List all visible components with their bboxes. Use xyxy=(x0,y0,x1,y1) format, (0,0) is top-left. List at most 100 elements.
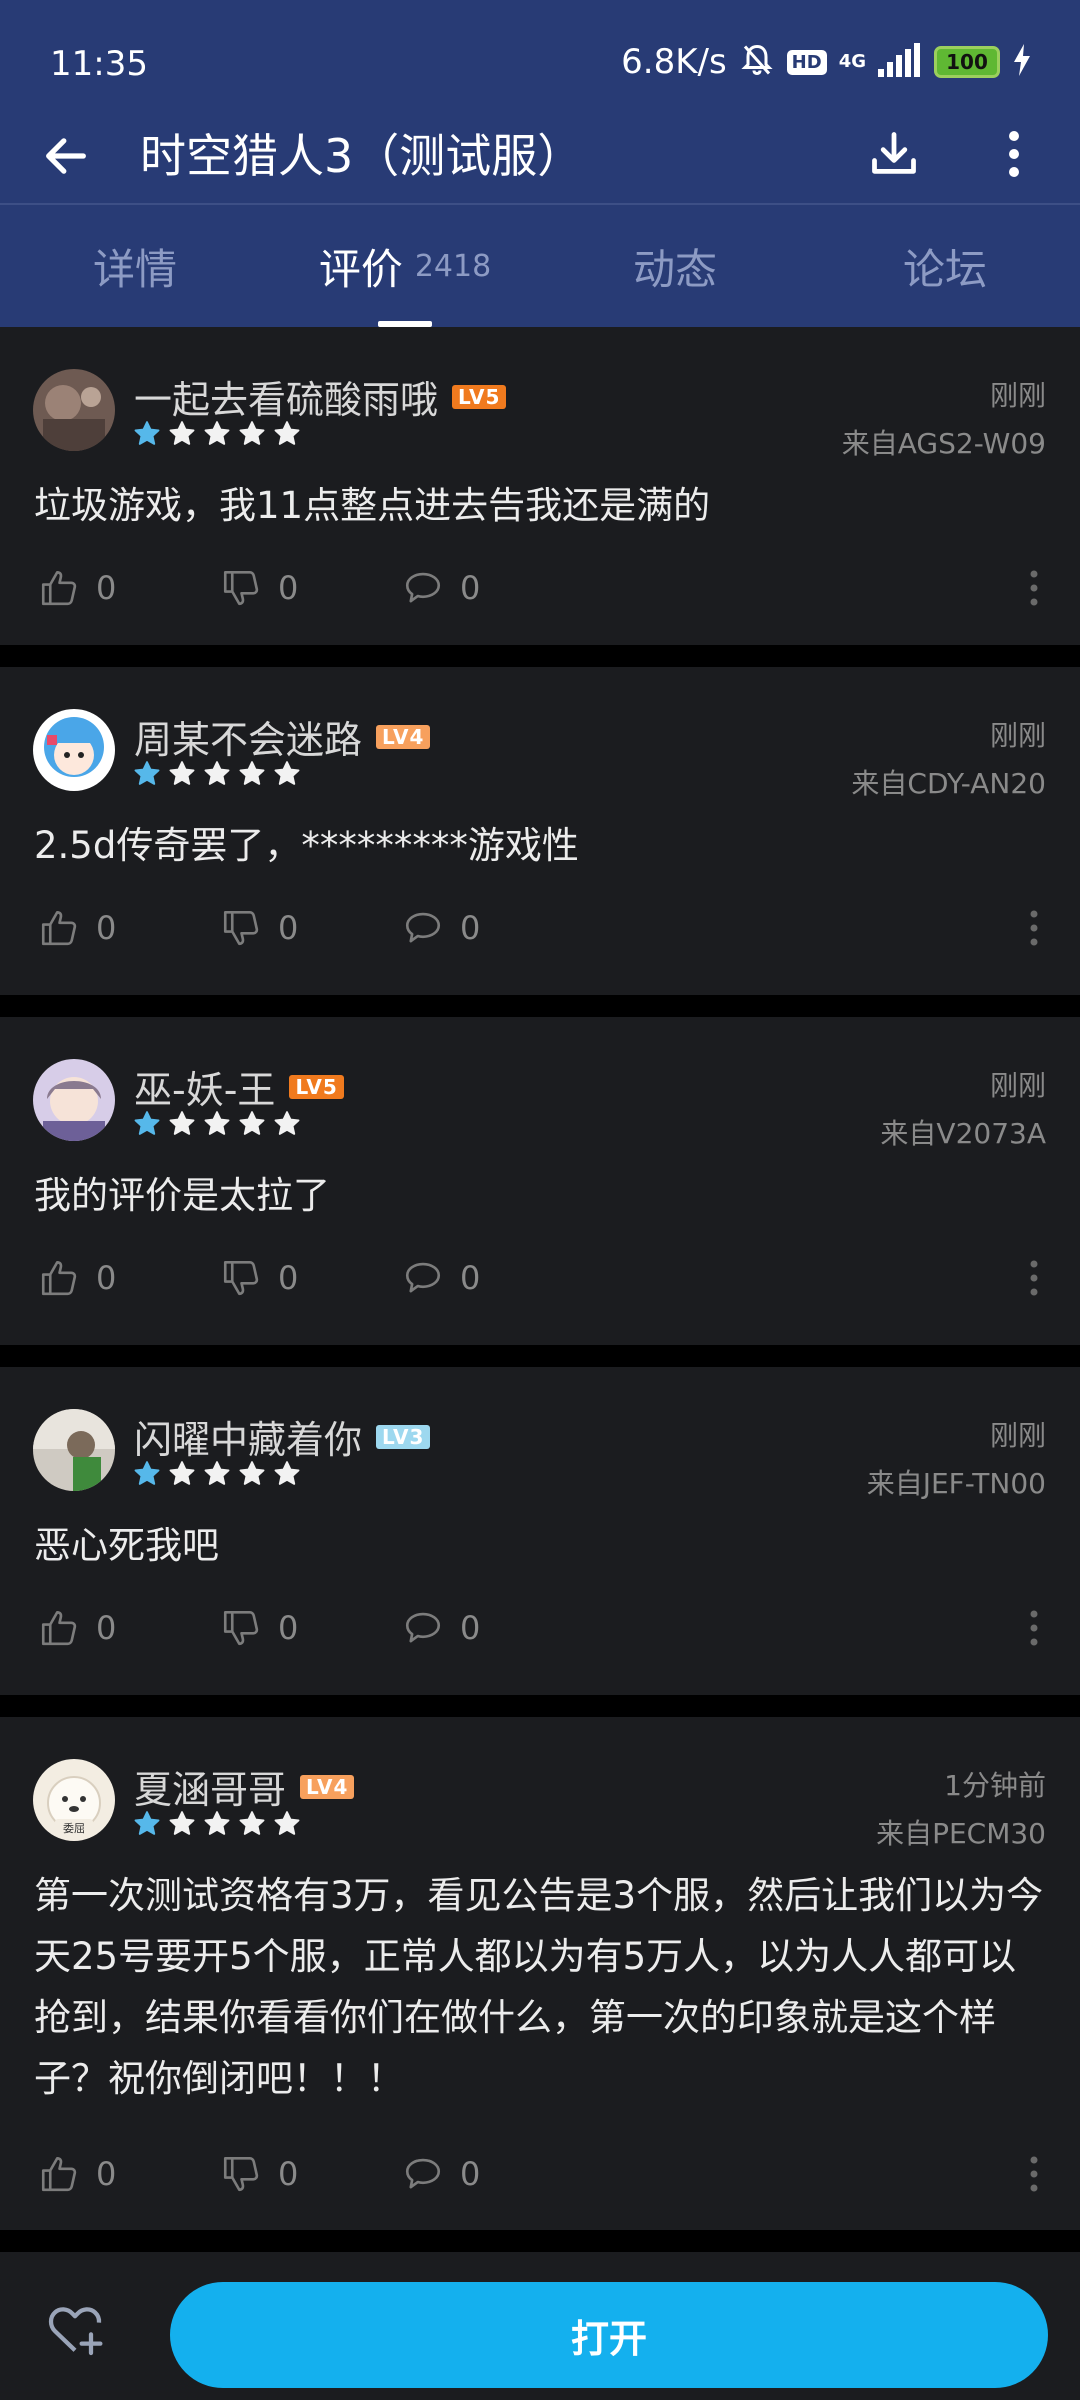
more-options-button[interactable] xyxy=(982,122,1046,186)
star-filled-icon xyxy=(134,1111,160,1135)
star-filled-icon xyxy=(134,761,160,785)
more-vertical-icon xyxy=(1030,2156,1038,2192)
level-badge: LV4 xyxy=(300,1774,355,1799)
star-empty-icon xyxy=(239,1461,265,1485)
comment-button[interactable]: 0 xyxy=(402,558,480,618)
like-count: 0 xyxy=(96,909,117,947)
review-author[interactable]: 闪曜中藏着你 LV3 xyxy=(134,1409,431,1464)
review-author[interactable]: 一起去看硫酸雨哦 LV5 xyxy=(134,369,507,424)
hd-badge: HD xyxy=(786,49,827,75)
like-button[interactable]: 0 xyxy=(38,558,116,618)
thumbs-down-icon xyxy=(223,570,259,606)
review-card[interactable]: 巫-妖-王 LV5 刚刚 来自V2073A 我的评价是太拉了 0 0 0 xyxy=(0,1017,1080,1345)
net-speed: 6.8K/s xyxy=(621,42,727,82)
download-button[interactable] xyxy=(862,122,926,186)
dislike-button[interactable]: 0 xyxy=(220,898,298,958)
dislike-count: 0 xyxy=(278,2155,299,2193)
star-empty-icon xyxy=(169,421,195,445)
review-actions: 0 0 0 xyxy=(0,558,1080,618)
review-more-button[interactable] xyxy=(1014,562,1054,614)
review-list: 一起去看硫酸雨哦 LV5 刚刚 来自AGS2-W09 垃圾游戏，我11点整点进去… xyxy=(0,327,1080,2400)
like-count: 0 xyxy=(96,569,117,607)
open-button[interactable]: 打开 xyxy=(170,2282,1048,2388)
tab-forum[interactable]: 论坛 xyxy=(810,205,1080,327)
comment-icon xyxy=(405,2158,441,2189)
review-content: 恶心死我吧 xyxy=(34,1524,219,1567)
review-device: 来自JEF-TN00 xyxy=(866,1467,1046,1500)
dislike-button[interactable]: 0 xyxy=(220,558,298,618)
review-content: 2.5d传奇罢了，*********游戏性 xyxy=(34,824,579,867)
page-title: 时空猎人3（测试服） xyxy=(140,129,584,183)
tab-label: 论坛 xyxy=(902,244,987,294)
more-vertical-icon xyxy=(1009,131,1019,177)
review-card[interactable]: 一起去看硫酸雨哦 LV5 刚刚 来自AGS2-W09 垃圾游戏，我11点整点进去… xyxy=(0,327,1080,645)
review-more-button[interactable] xyxy=(1014,2148,1054,2200)
review-time: 刚刚 xyxy=(989,1069,1046,1102)
avatar[interactable] xyxy=(33,709,115,791)
review-more-button[interactable] xyxy=(1014,902,1054,954)
review-card[interactable]: 周某不会迷路 LV4 刚刚 来自CDY-AN20 2.5d传奇罢了，******… xyxy=(0,667,1080,995)
download-icon xyxy=(872,132,916,174)
dislike-count: 0 xyxy=(278,569,299,607)
comment-button[interactable]: 0 xyxy=(402,1598,480,1658)
review-time: 1分钟前 xyxy=(944,1769,1046,1802)
review-more-button[interactable] xyxy=(1014,1252,1054,1304)
title-bar: 时空猎人3（测试服） xyxy=(0,110,1080,202)
thumbs-up-icon xyxy=(41,1260,77,1296)
comment-icon xyxy=(405,1612,441,1643)
comment-count: 0 xyxy=(460,1609,481,1647)
comment-button[interactable]: 0 xyxy=(402,1248,480,1308)
favorite-button[interactable] xyxy=(40,2294,110,2364)
avatar[interactable] xyxy=(33,1059,115,1141)
dislike-button[interactable]: 0 xyxy=(220,2144,298,2204)
like-count: 0 xyxy=(96,1259,117,1297)
like-button[interactable]: 0 xyxy=(38,898,116,958)
review-device: 来自V2073A xyxy=(880,1117,1046,1150)
more-vertical-icon xyxy=(1030,1610,1038,1646)
avatar[interactable]: 委屈 xyxy=(33,1759,115,1841)
thumbs-up-icon xyxy=(41,910,77,946)
tab-activity[interactable]: 动态 xyxy=(540,205,810,327)
charging-icon xyxy=(1012,44,1032,80)
level-badge: LV4 xyxy=(376,724,431,749)
review-author[interactable]: 周某不会迷路 LV4 xyxy=(134,709,431,764)
comment-icon xyxy=(405,572,441,603)
review-author[interactable]: 巫-妖-王 LV5 xyxy=(134,1059,344,1114)
username-text: 巫-妖-王 xyxy=(134,1068,276,1112)
review-card[interactable]: 闪曜中藏着你 LV3 刚刚 来自JEF-TN00 恶心死我吧 0 0 0 xyxy=(0,1367,1080,1695)
dislike-button[interactable]: 0 xyxy=(220,1248,298,1308)
review-more-button[interactable] xyxy=(1014,1602,1054,1654)
username-text: 一起去看硫酸雨哦 xyxy=(134,378,439,422)
comment-button[interactable]: 0 xyxy=(402,898,480,958)
username-text: 周某不会迷路 xyxy=(134,718,363,762)
level-badge: LV3 xyxy=(376,1424,431,1449)
tab-label: 详情 xyxy=(92,244,177,294)
bottom-bar: 打开 xyxy=(0,2258,1080,2400)
review-author[interactable]: 夏涵哥哥 LV4 xyxy=(134,1759,355,1814)
avatar[interactable] xyxy=(33,369,115,451)
comment-count: 0 xyxy=(460,1259,481,1297)
tab-bar: 详情 评价 2418 动态 论坛 xyxy=(0,205,1080,327)
star-empty-icon xyxy=(239,761,265,785)
avatar[interactable] xyxy=(33,1409,115,1491)
review-card[interactable]: 委屈 夏涵哥哥 LV4 1分钟前 来自PECM30 第一次测试资格有3万，看见公… xyxy=(0,1717,1080,2230)
like-button[interactable]: 0 xyxy=(38,1598,116,1658)
review-content: 第一次测试资格有3万，看见公告是3个服，然后让我们以为今天25号要开5个服，正常… xyxy=(34,1874,1044,2100)
star-rating xyxy=(132,419,302,449)
star-empty-icon xyxy=(274,761,300,785)
star-empty-icon xyxy=(204,421,230,445)
review-device: 来自AGS2-W09 xyxy=(841,427,1046,460)
comment-button[interactable]: 0 xyxy=(402,2144,480,2204)
more-vertical-icon xyxy=(1030,570,1038,606)
tab-reviews[interactable]: 评价 2418 xyxy=(270,205,540,327)
like-count: 0 xyxy=(96,2155,117,2193)
like-button[interactable]: 0 xyxy=(38,1248,116,1308)
tab-details[interactable]: 详情 xyxy=(0,205,270,327)
like-button[interactable]: 0 xyxy=(38,2144,116,2204)
review-time: 刚刚 xyxy=(989,719,1046,752)
battery-indicator: 100 xyxy=(934,46,1000,78)
review-time: 刚刚 xyxy=(989,379,1046,412)
back-button[interactable] xyxy=(34,124,98,188)
dislike-button[interactable]: 0 xyxy=(220,1598,298,1658)
level-badge: LV5 xyxy=(289,1074,344,1099)
